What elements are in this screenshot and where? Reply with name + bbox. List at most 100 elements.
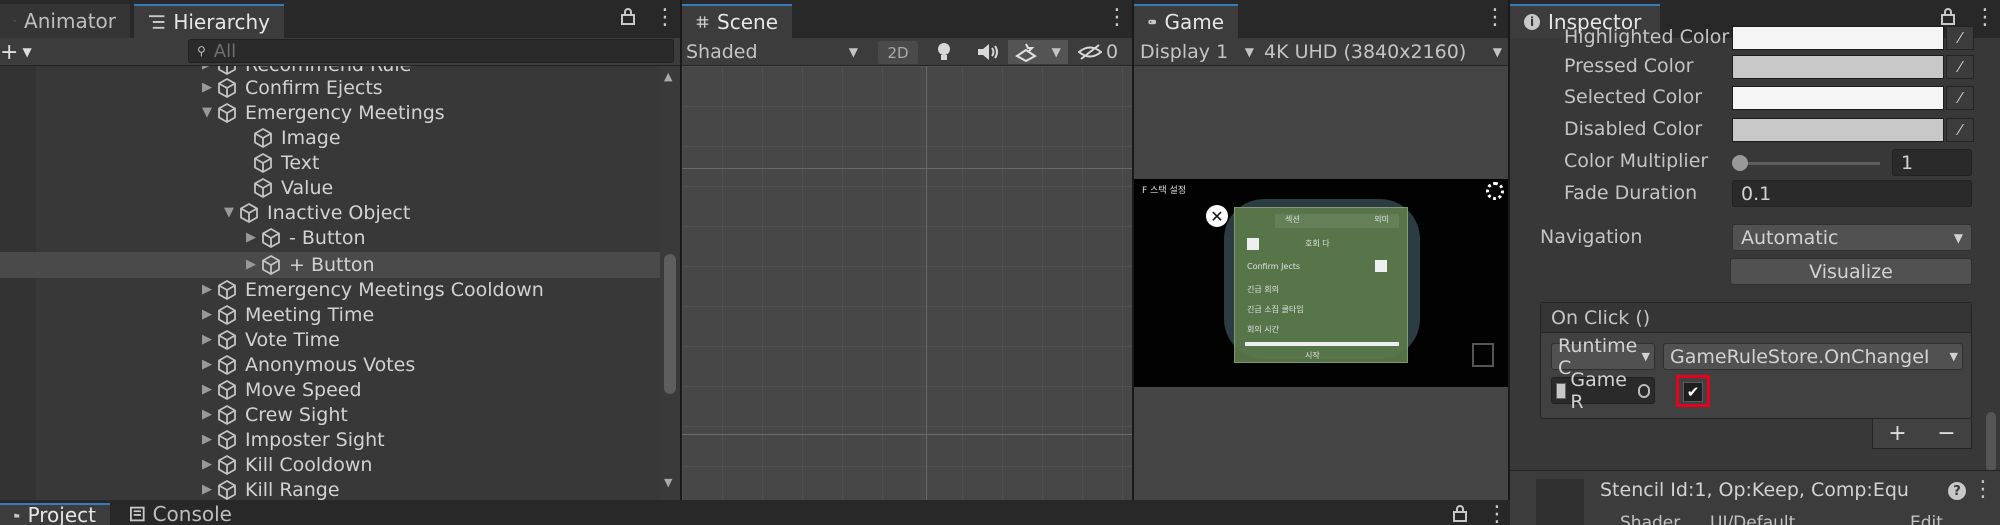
hierarchy-row[interactable]: ▶ Anonymous Votes [198, 352, 415, 377]
tab-console[interactable]: Console [116, 502, 246, 525]
eyedropper-icon[interactable]: ⁄ [1946, 26, 1974, 50]
fade-duration-input[interactable]: 0.1 [1732, 180, 1972, 207]
hierarchy-row[interactable]: Image [234, 125, 341, 150]
hierarchy-row[interactable]: ▶ Crew Sight [198, 402, 348, 427]
grid-icon [696, 16, 709, 28]
inspector-scrollbar[interactable] [1986, 412, 1996, 472]
eyedropper-icon[interactable]: ⁄ [1946, 55, 1974, 79]
tab-project[interactable]: Project [0, 503, 110, 525]
hierarchy-row[interactable]: ▶ Vote Time [198, 327, 340, 352]
hierarchy-row[interactable]: ▶ Kill Cooldown [198, 452, 372, 477]
expand-arrow-closed-icon[interactable]: ▶ [198, 80, 216, 95]
hierarchy-row[interactable]: ▶ Emergency Meetings Cooldown [198, 277, 544, 302]
speaker-icon [978, 44, 998, 60]
more-options-icon[interactable]: ⋮ [1972, 479, 1994, 501]
hierarchy-row-label: Kill Cooldown [245, 453, 373, 476]
more-options-icon[interactable]: ⋮ [1484, 7, 1506, 29]
expand-arrow-open-icon[interactable]: ▼ [220, 205, 238, 220]
hierarchy-row[interactable]: ▶ Confirm Ejects [198, 75, 383, 100]
color-multiplier-input[interactable]: 1 [1892, 149, 1972, 176]
expand-arrow-closed-icon[interactable]: ▶ [198, 282, 216, 297]
scroll-up-icon[interactable]: ▲ [664, 70, 672, 83]
visualize-button[interactable]: Visualize [1730, 258, 1972, 285]
runtime-dropdown[interactable]: Runtime C ▼ [1551, 335, 1655, 379]
gameobject-cube-icon [218, 77, 236, 98]
expand-arrow-closed-icon[interactable]: ▶ [198, 407, 216, 422]
scroll-down-icon[interactable]: ▼ [664, 476, 672, 489]
add-listener-button[interactable]: + [1888, 421, 1906, 446]
audio-toggle[interactable] [976, 41, 1000, 63]
expand-arrow-closed-icon[interactable]: ▶ [198, 432, 216, 447]
scene-viewport[interactable] [682, 66, 1132, 500]
eyedropper-icon[interactable]: ⁄ [1946, 118, 1974, 142]
navigation-dropdown[interactable]: Automatic ▼ [1732, 224, 1972, 251]
game-view[interactable]: F 스택 설정 ✕ 섹션 외미 호회 다 Confirm Jects 긴급 회의… [1134, 66, 1508, 500]
lighting-toggle[interactable] [934, 41, 956, 63]
shader-value: UI/Default [1710, 513, 1796, 525]
hierarchy-row[interactable]: ▶ Imposter Sight [198, 427, 385, 452]
slider-thumb[interactable] [1732, 155, 1748, 171]
more-options-icon[interactable]: ⋮ [1486, 504, 1508, 525]
hierarchy-row[interactable]: ▶ Move Speed [198, 377, 362, 402]
tab-animator[interactable]: Animator [0, 4, 130, 38]
expand-arrow-closed-icon[interactable]: ▶ [198, 457, 216, 472]
help-icon[interactable]: ? [1948, 482, 1966, 500]
tab-animator-label: Animator [24, 9, 116, 33]
hierarchy-row[interactable]: ▶ Kill Range [198, 477, 340, 501]
effects-dropdown[interactable]: ▼ [1008, 40, 1068, 64]
gameobject-cube-icon [218, 329, 236, 350]
hierarchy-row-label: Emergency Meetings [245, 101, 445, 124]
hidden-objects-toggle[interactable]: 0 [1078, 40, 1130, 64]
more-options-icon[interactable]: ⋮ [654, 7, 676, 29]
expand-arrow-closed-icon[interactable]: ▶ [198, 66, 216, 72]
stencil-label: Stencil Id:1, Op:Keep, Comp:Equ [1600, 479, 1909, 501]
shading-dropdown[interactable]: Shaded ▼ [686, 40, 866, 64]
resolution-dropdown[interactable]: 4K UHD (3840x2160) ▼ [1264, 40, 1506, 64]
expand-arrow-open-icon[interactable]: ▼ [198, 105, 216, 120]
display-dropdown[interactable]: Display 1 ▼ [1140, 40, 1260, 64]
selected-color-swatch[interactable] [1732, 86, 1944, 110]
tab-scene[interactable]: Scene [682, 4, 792, 38]
expand-arrow-closed-icon[interactable]: ▶ [198, 307, 216, 322]
expand-arrow-closed-icon[interactable]: ▶ [242, 230, 260, 245]
tab-hierarchy[interactable]: Hierarchy [134, 4, 284, 38]
more-options-icon[interactable]: ⋮ [1106, 7, 1128, 29]
remove-listener-button[interactable]: − [1937, 421, 1955, 446]
eyedropper-icon[interactable]: ⁄ [1946, 86, 1974, 110]
expand-arrow-closed-icon[interactable]: ▶ [198, 332, 216, 347]
expand-arrow-closed-icon[interactable]: ▶ [242, 257, 260, 272]
hierarchy-scrollbar[interactable]: ▲ ▼ [660, 66, 680, 500]
onclick-header-label: On Click () [1551, 306, 1651, 329]
hierarchy-row[interactable]: ▼ Inactive Object [220, 200, 410, 225]
create-dropdown[interactable]: + ▼ [0, 40, 38, 65]
toggle-2d-button[interactable]: 2D [878, 41, 918, 64]
highlighted-color-swatch[interactable] [1732, 26, 1944, 50]
hierarchy-row[interactable]: ▶ + Button [242, 252, 375, 277]
preview-title: F 스택 설정 [1142, 186, 1187, 196]
hierarchy-row[interactable]: ▶ Meeting Time [198, 302, 374, 327]
hierarchy-row[interactable]: ▶ - Button [242, 225, 366, 250]
function-dropdown[interactable]: GameRuleStore.OnChangeI ▼ [1663, 343, 1963, 370]
hierarchy-row[interactable]: Text [234, 150, 319, 175]
expand-arrow-closed-icon[interactable]: ▶ [198, 482, 216, 497]
lock-icon[interactable] [620, 7, 636, 25]
tab-game[interactable]: Game [1134, 4, 1238, 38]
preview-col1: 섹션 [1285, 215, 1300, 224]
console-icon [130, 506, 145, 522]
expand-arrow-closed-icon[interactable]: ▶ [198, 357, 216, 372]
list-icon [148, 15, 165, 29]
hierarchy-row-label: Kill Range [245, 478, 340, 501]
search-input[interactable]: ⚲ All [188, 39, 674, 63]
edit-shader-button[interactable]: Edit... [1910, 513, 1959, 525]
hierarchy-row[interactable]: Value [234, 175, 333, 200]
target-icon[interactable] [1637, 383, 1650, 398]
object-field[interactable]: Game R [1551, 369, 1655, 413]
disabled-color-swatch[interactable] [1732, 118, 1944, 142]
bool-checkbox[interactable]: ✔ [1683, 382, 1703, 402]
lock-icon[interactable] [1452, 504, 1468, 522]
hierarchy-row[interactable]: ▼ Emergency Meetings [198, 100, 445, 125]
pressed-color-swatch[interactable] [1732, 55, 1944, 79]
expand-arrow-closed-icon[interactable]: ▶ [198, 382, 216, 397]
color-multiplier-slider[interactable] [1732, 152, 1882, 174]
scrollbar-thumb[interactable] [664, 254, 676, 394]
